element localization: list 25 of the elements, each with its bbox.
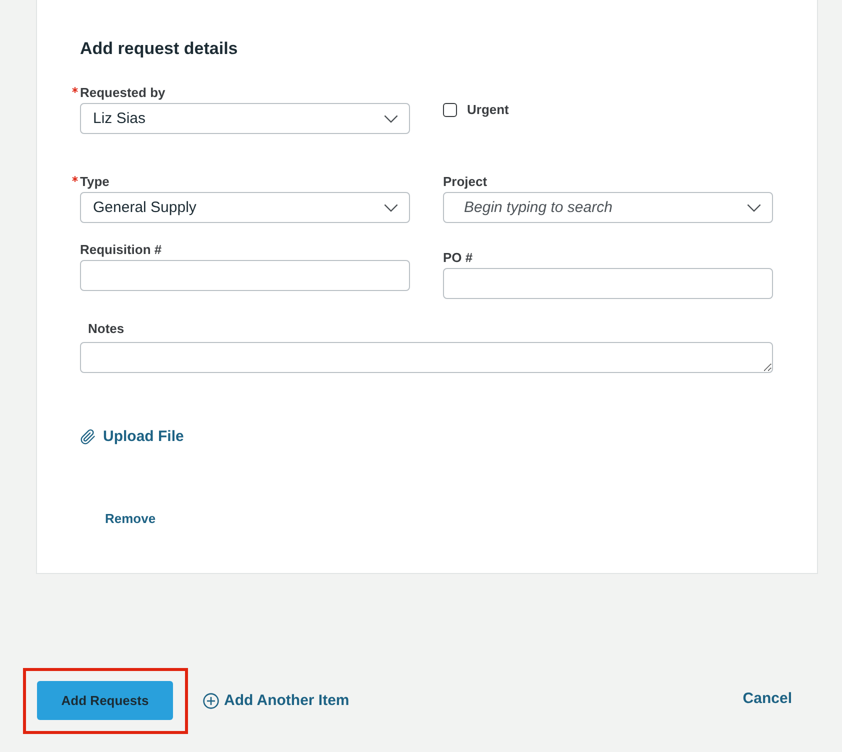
paperclip-icon	[80, 429, 96, 445]
field-label: Requested by	[80, 85, 166, 101]
type-select[interactable]: General Supply	[80, 192, 410, 223]
urgent-checkbox[interactable]	[443, 103, 457, 117]
plus-circle-icon	[203, 693, 219, 709]
po-number-field[interactable]	[443, 268, 773, 299]
chevron-down-icon	[384, 114, 398, 122]
field-label: Type	[80, 174, 110, 190]
add-another-item-link[interactable]: Add Another Item	[203, 691, 350, 711]
chevron-down-icon	[747, 204, 761, 212]
add-requests-button[interactable]: Add Requests	[37, 681, 173, 720]
cancel-link[interactable]: Cancel	[742, 689, 792, 709]
field-label: Notes	[88, 321, 124, 337]
project-select[interactable]: Begin typing to search	[443, 192, 773, 223]
checkbox-label: Urgent	[467, 102, 509, 118]
field-label: PO #	[443, 250, 473, 266]
notes-field[interactable]	[80, 342, 773, 373]
remove-link[interactable]: Remove	[105, 511, 156, 527]
upload-file-link[interactable]: Upload File	[80, 427, 184, 447]
field-label: Requisition #	[80, 242, 162, 258]
section-heading: Add request details	[80, 38, 239, 60]
requested-by-select[interactable]: Liz Sias	[80, 103, 410, 134]
chevron-down-icon	[384, 204, 398, 212]
requisition-number-field[interactable]	[80, 260, 410, 291]
field-label: Project	[443, 174, 488, 190]
